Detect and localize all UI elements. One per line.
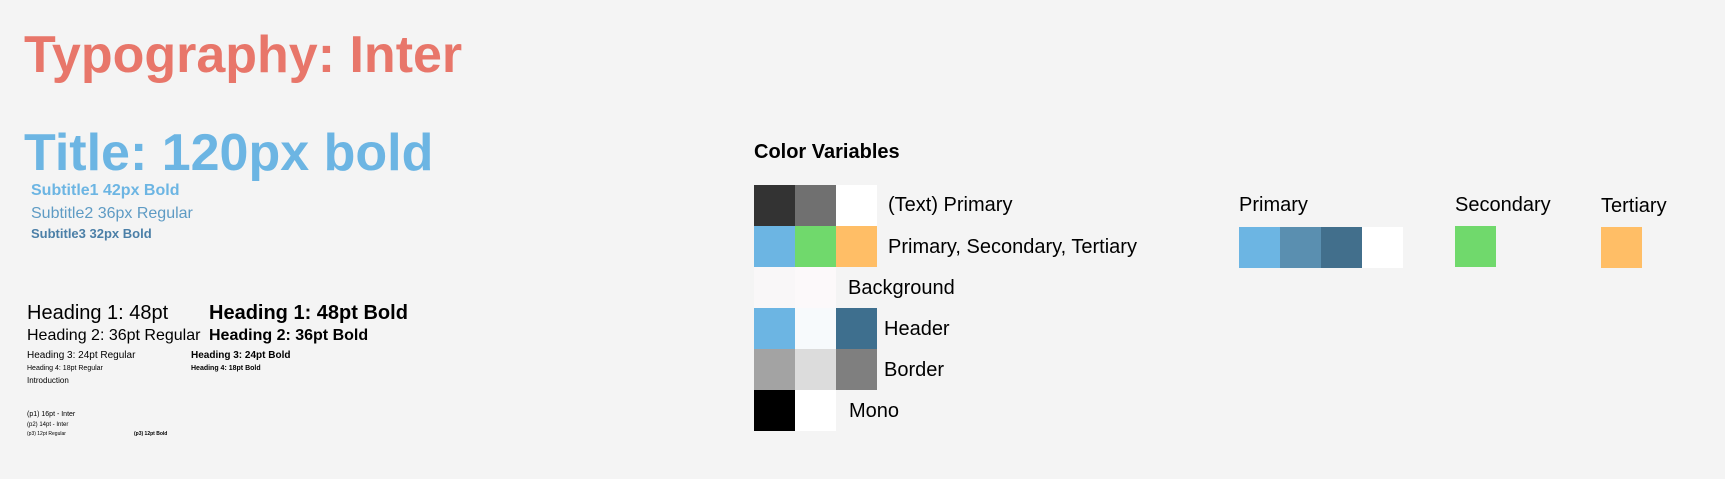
primary-swatch (1362, 227, 1403, 268)
row-label-background: Background (848, 277, 955, 299)
row-label-primary-secondary-tertiary: Primary, Secondary, Tertiary (888, 236, 1137, 258)
color-swatch (795, 185, 836, 226)
group-label-primary: Primary (1239, 194, 1308, 216)
heading3-regular: Heading 3: 24pt Regular (27, 350, 136, 361)
group-label-secondary: Secondary (1455, 194, 1551, 216)
heading4-regular: Heading 4: 18pt Regular (27, 365, 103, 372)
color-swatch (795, 308, 836, 349)
color-swatch (836, 185, 877, 226)
row-label-mono: Mono (849, 400, 900, 422)
tertiary-swatch (1601, 227, 1642, 268)
heading3-bold: Heading 3: 24pt Bold (191, 350, 291, 361)
primary-swatch (1280, 227, 1321, 268)
title-specimen: Title: 120px bold (24, 124, 434, 182)
primary-swatch (1239, 227, 1280, 268)
subtitle2-specimen: Subtitle2 36px Regular (31, 205, 193, 222)
color-swatch (836, 308, 877, 349)
color-swatch (795, 226, 836, 267)
color-swatch (754, 185, 795, 226)
row-label-text-primary: (Text) Primary (888, 194, 1013, 216)
page-title: Typography: Inter (24, 26, 463, 84)
color-swatch (754, 390, 795, 431)
p1-specimen: (p1) 16pt - Inter (27, 411, 76, 418)
primary-swatch (1321, 227, 1362, 268)
heading2-bold: Heading 2: 36pt Bold (209, 327, 369, 344)
secondary-swatch (1455, 226, 1496, 267)
color-swatch (836, 349, 877, 390)
p3-regular-specimen: (p3) 12pt Regular (27, 431, 66, 437)
subtitle1-specimen: Subtitle1 42px Bold (31, 182, 180, 199)
p3-bold-specimen: (p3) 12pt Bold (134, 431, 168, 437)
subtitle3-specimen: Subtitle3 32px Bold (31, 226, 152, 241)
color-swatch (754, 267, 795, 308)
heading1-bold: Heading 1: 48pt Bold (209, 302, 408, 324)
color-swatch (795, 267, 836, 308)
row-label-border: Border (884, 359, 945, 381)
color-swatch (754, 308, 795, 349)
color-swatch (795, 390, 836, 431)
color-swatch (754, 226, 795, 267)
heading2-regular: Heading 2: 36pt Regular (27, 327, 201, 344)
p2-specimen: (p2) 14pt - Inter (27, 422, 69, 428)
heading4-bold: Heading 4: 18pt Bold (191, 365, 261, 372)
color-swatch (836, 226, 877, 267)
color-swatch (795, 349, 836, 390)
heading1-regular: Heading 1: 48pt (27, 302, 169, 324)
introduction-specimen: Introduction (27, 376, 69, 385)
group-label-tertiary: Tertiary (1601, 195, 1667, 217)
color-swatch (754, 349, 795, 390)
row-label-header: Header (884, 318, 950, 340)
color-variables-title: Color Variables (754, 141, 900, 163)
